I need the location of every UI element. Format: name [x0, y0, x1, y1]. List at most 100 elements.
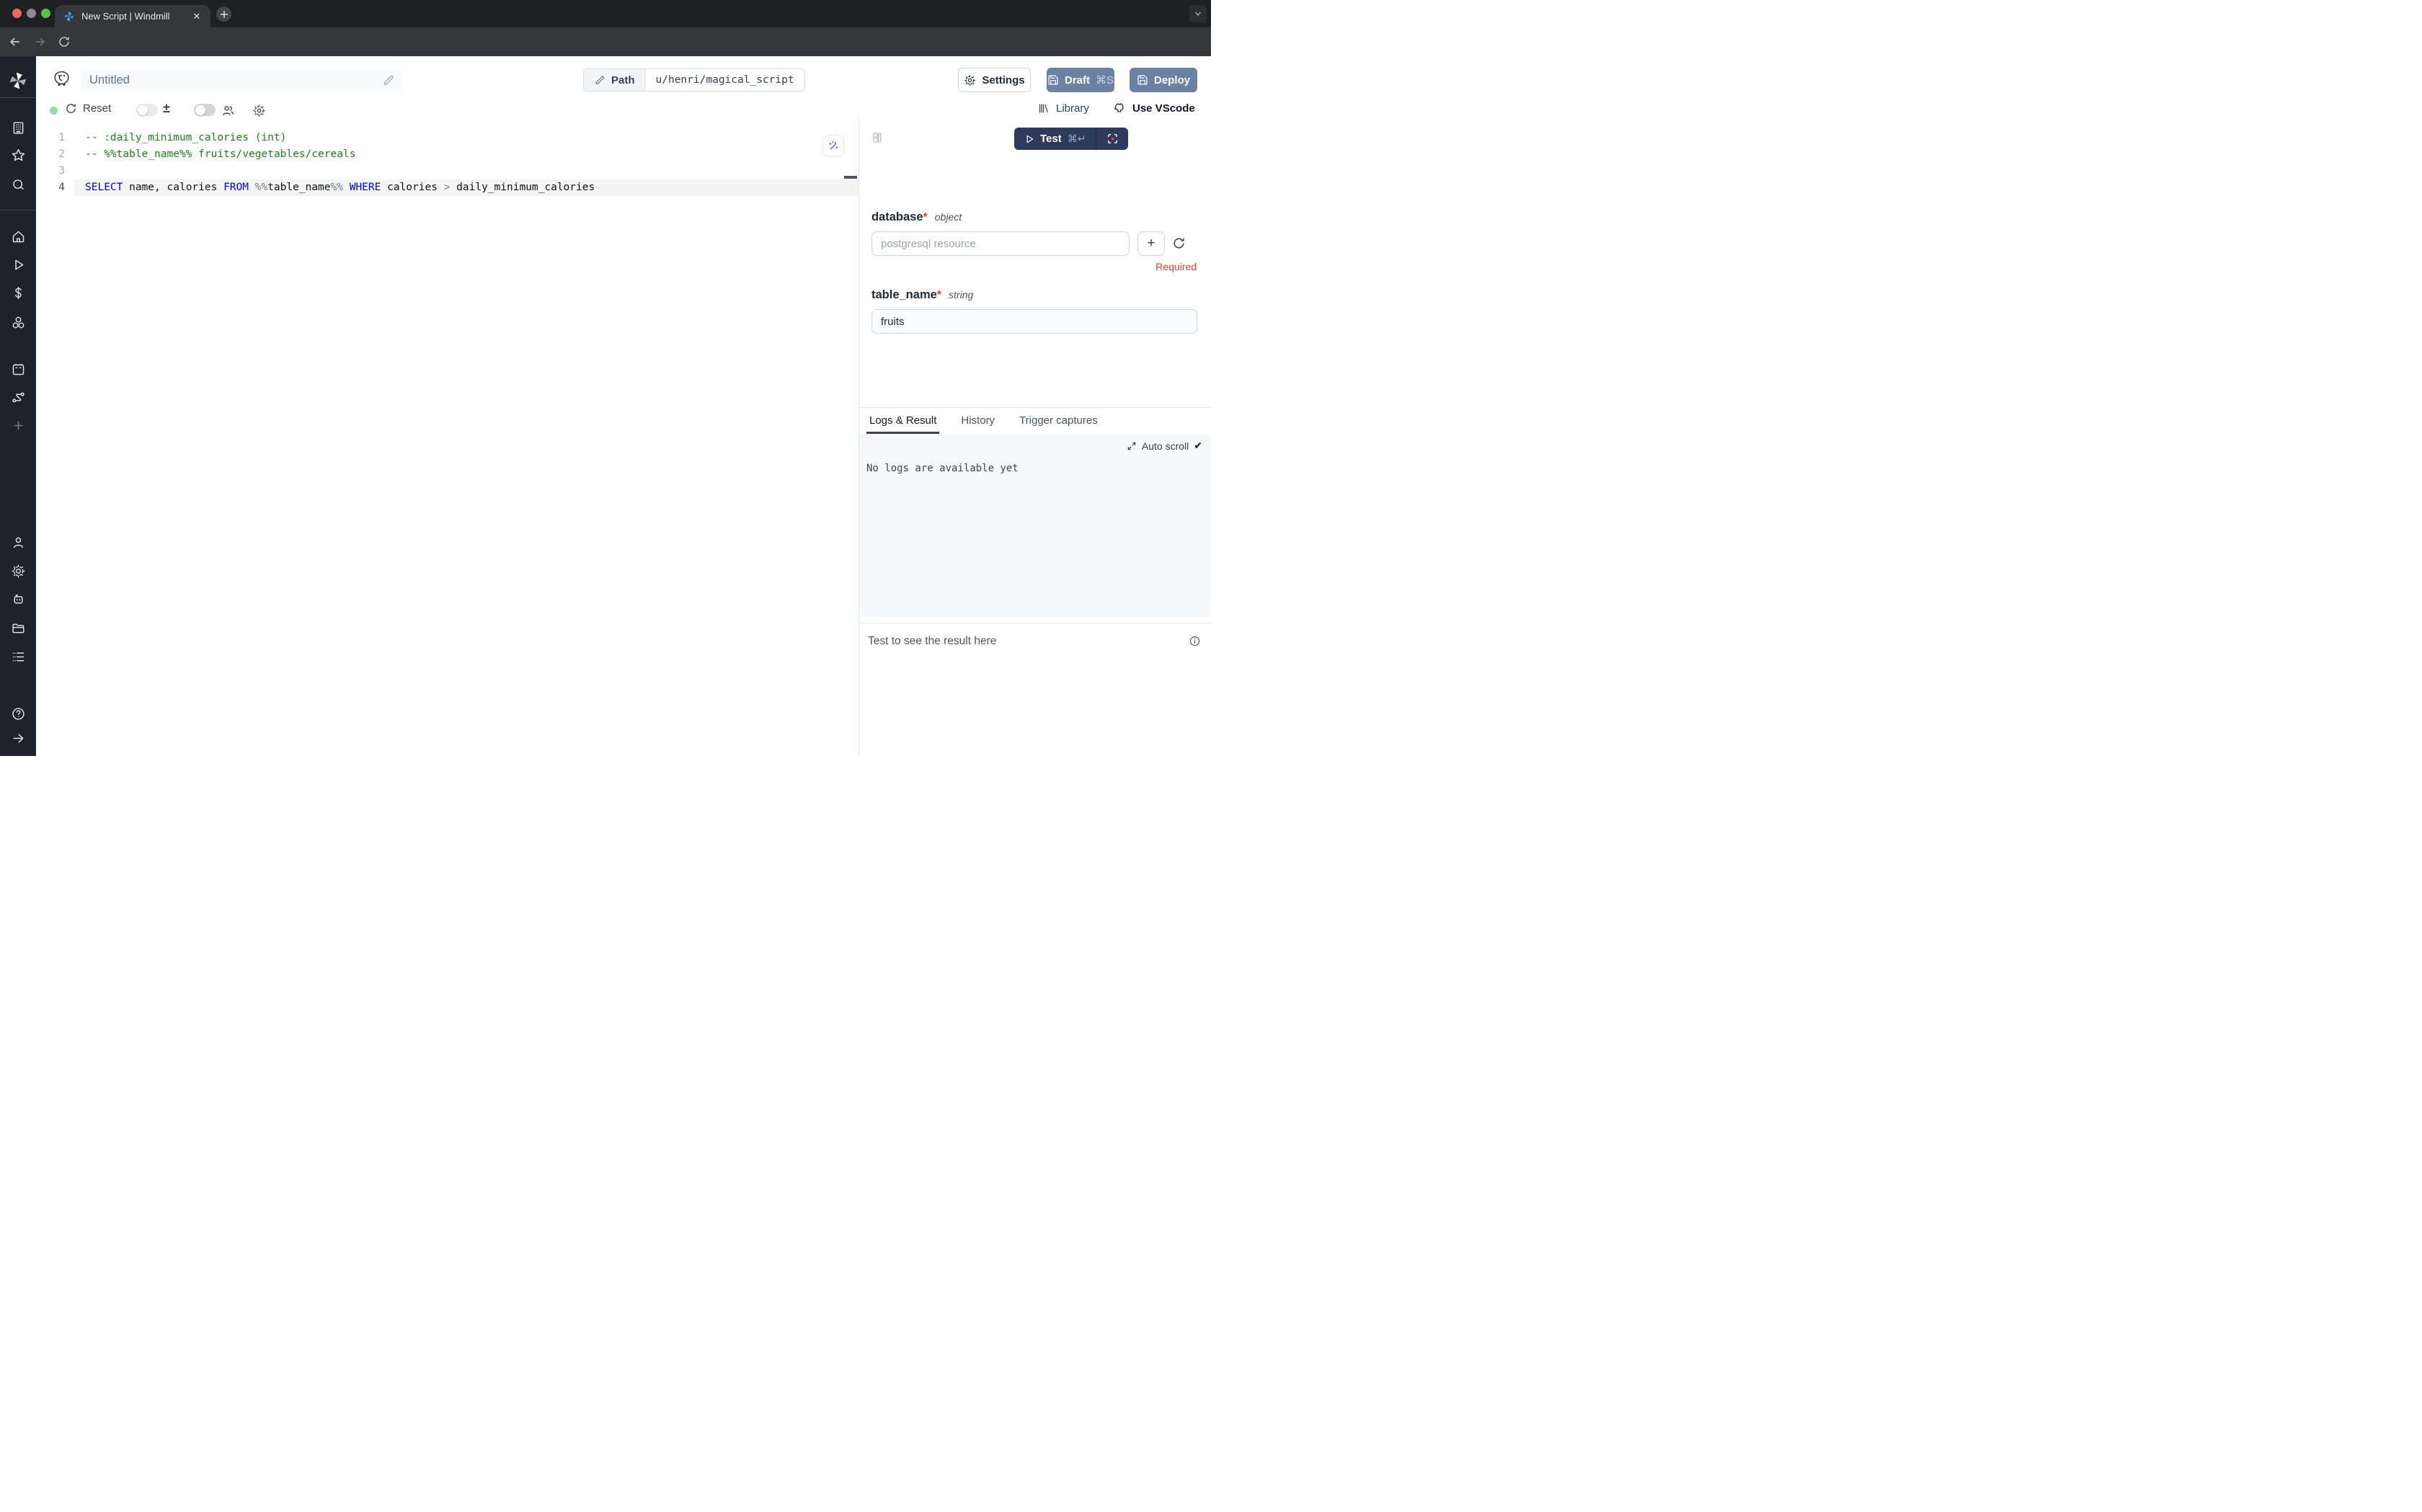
code-lines: 1-- :daily_minimum_calories (int)2 -- %%t… [36, 124, 859, 196]
scrollbar-cursor-marker [844, 176, 857, 179]
line-number: 4 [36, 179, 65, 196]
auto-scroll-control[interactable]: Auto scroll ✔ [1127, 440, 1202, 452]
tab-title: New Script | Windmill [81, 11, 190, 22]
sidebar-item-settings[interactable] [0, 562, 36, 579]
sidebar-item-variables[interactable] [0, 284, 36, 301]
test-label: Test [1040, 133, 1062, 145]
sidebar-item-search[interactable] [0, 176, 36, 193]
browser-tab[interactable]: New Script | Windmill ✕ [55, 5, 210, 27]
field-name: database* [871, 210, 928, 224]
reload-icon[interactable] [56, 34, 72, 50]
diff-toggle[interactable] [136, 104, 158, 116]
windmill-logo[interactable] [0, 72, 36, 89]
collab-toggle[interactable] [194, 104, 216, 116]
refresh-resources-icon[interactable] [1172, 236, 1186, 250]
windmill-favicon [63, 11, 75, 22]
database-input[interactable] [871, 231, 1130, 256]
deploy-label: Deploy [1154, 74, 1190, 86]
collapse-panel-icon[interactable] [871, 131, 884, 144]
draft-button[interactable]: Draft ⌘S [1047, 68, 1114, 92]
back-icon[interactable] [7, 34, 23, 50]
sidebar-item-favorites[interactable] [0, 146, 36, 164]
sidebar-item-workers[interactable] [0, 590, 36, 608]
table-name-field-label: table_name* string [871, 288, 973, 302]
toggle-knob [138, 105, 148, 115]
code-line[interactable]: 1-- :daily_minimum_calories (int) [36, 130, 859, 146]
edit-pencil-icon[interactable] [382, 74, 395, 86]
use-vscode-button[interactable]: Use VScode [1113, 102, 1195, 115]
ai-assistant-button[interactable] [822, 135, 844, 156]
postgresql-icon [52, 69, 71, 89]
window-chevron-button[interactable] [1189, 5, 1207, 22]
tab-history[interactable]: History [961, 414, 995, 434]
code-line[interactable]: 2 -- %%table_name%% fruits/vegetables/cer… [36, 146, 859, 163]
new-tab-button[interactable] [216, 6, 231, 22]
sidebar-item-add[interactable] [0, 417, 36, 434]
path-chip-left: Path [584, 69, 646, 91]
table-name-input[interactable] [871, 309, 1197, 334]
line-code: -- %%table_name%% fruits/vegetables/cere… [85, 146, 355, 163]
screen: New Script | Windmill ✕ app.windmill.dev… [0, 0, 1211, 756]
path-value: u/henri/magical_script [646, 69, 804, 91]
app-content: Path u/henri/magical_script Settings Dra… [36, 56, 1211, 756]
library-button[interactable]: Library [1037, 102, 1089, 115]
path-pencil-icon [594, 74, 606, 86]
settings-label: Settings [982, 74, 1024, 86]
field-type: string [949, 289, 973, 301]
toggle-knob [195, 105, 205, 115]
logs-area: Auto scroll ✔ No logs are available yet [859, 434, 1211, 617]
result-tabs: Logs & Result History Trigger captures [859, 407, 1211, 434]
draft-label: Draft [1065, 74, 1090, 86]
code-line[interactable]: 4SELECT name, calories FROM %%table_name… [36, 179, 859, 196]
path-chip[interactable]: Path u/henri/magical_script [583, 68, 805, 92]
required-hint: Required [1155, 261, 1197, 272]
settings-button[interactable]: Settings [958, 68, 1031, 92]
forward-icon[interactable] [32, 34, 48, 50]
path-label: Path [611, 74, 635, 86]
field-type: object [935, 211, 962, 223]
library-label: Library [1056, 102, 1089, 115]
logs-empty-message: No logs are available yet [866, 463, 1019, 474]
plus-minus-icon: ± [163, 101, 170, 116]
deploy-button[interactable]: Deploy [1130, 68, 1197, 92]
required-asterisk: * [937, 289, 941, 301]
field-name: table_name* [871, 288, 941, 302]
line-number: 2 [36, 146, 65, 163]
tab-close-icon[interactable]: ✕ [190, 10, 203, 23]
sidebar-item-home[interactable] [0, 228, 36, 245]
code-editor[interactable]: 1-- :daily_minimum_calories (int)2 -- %%t… [36, 124, 859, 756]
editor-settings-gear-icon[interactable] [252, 103, 266, 117]
window-fullscreen-button[interactable] [41, 9, 50, 18]
sidebar-item-folders[interactable] [0, 619, 36, 636]
watch-mode-button[interactable] [1096, 128, 1128, 150]
database-field-label: database* object [871, 210, 962, 224]
info-icon[interactable] [1189, 635, 1201, 647]
sidebar-item-user[interactable] [0, 533, 36, 551]
auto-scroll-label: Auto scroll [1142, 440, 1189, 452]
window-minimize-button[interactable] [27, 9, 36, 18]
code-line[interactable]: 3 [36, 163, 859, 179]
sidebar-item-schedules[interactable] [0, 360, 36, 378]
tab-trigger-captures[interactable]: Trigger captures [1019, 414, 1098, 434]
sidebar-expand-icon[interactable] [0, 729, 36, 747]
reset-button[interactable]: Reset [65, 102, 111, 115]
sidebar-item-resources[interactable] [0, 313, 36, 331]
sidebar-item-routes[interactable] [0, 388, 36, 406]
sidebar-item-logs[interactable] [0, 648, 36, 665]
script-title-field[interactable] [81, 68, 402, 92]
tab-logs-result[interactable]: Logs & Result [869, 414, 936, 434]
add-resource-button[interactable]: + [1137, 231, 1165, 256]
line-number: 3 [36, 163, 65, 179]
browser-navbar: app.windmill.dev/scripts/add#JTdCJTIyaGF… [0, 27, 1211, 56]
sidebar-divider [0, 97, 36, 98]
sidebar-item-workspace[interactable] [0, 119, 36, 136]
test-button-group: Test ⌘↵ [1014, 128, 1128, 150]
sidebar-item-help[interactable] [0, 705, 36, 722]
test-button[interactable]: Test ⌘↵ [1014, 128, 1096, 150]
script-title-input[interactable] [89, 74, 382, 87]
sidebar-item-runs[interactable] [0, 256, 36, 273]
line-code: -- :daily_minimum_calories (int) [85, 130, 286, 146]
expand-icon [1127, 441, 1137, 451]
window-close-button[interactable] [12, 9, 22, 18]
users-icon[interactable] [221, 103, 235, 117]
